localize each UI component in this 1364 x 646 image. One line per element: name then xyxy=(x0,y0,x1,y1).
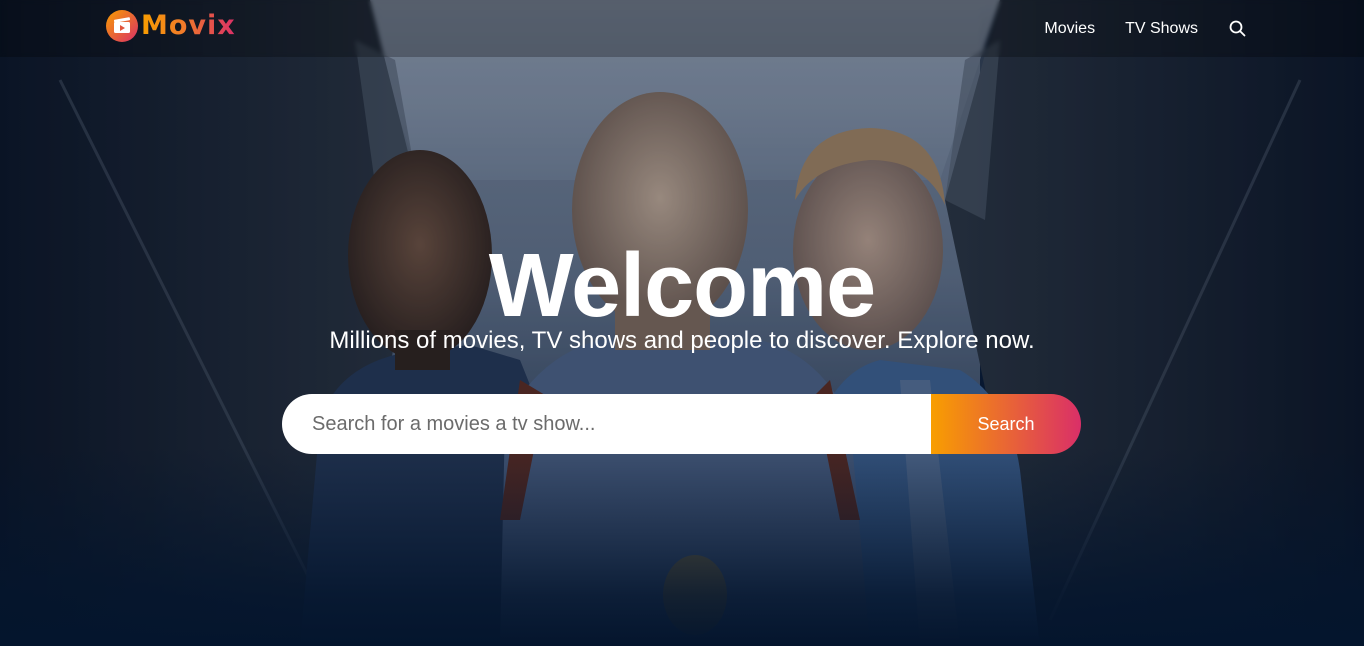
hero-title: Welcome xyxy=(488,236,877,336)
main-nav: Movies TV Shows xyxy=(1044,0,1246,57)
nav-item-movies[interactable]: Movies xyxy=(1044,20,1095,38)
site-header: Movix Movies TV Shows xyxy=(0,0,1364,57)
hero-search-bar: Search xyxy=(282,394,1081,454)
search-icon[interactable] xyxy=(1228,20,1246,38)
hero-subtitle: Millions of movies, TV shows and people … xyxy=(329,327,1035,354)
search-input[interactable] xyxy=(282,394,931,454)
logo-text: Movix xyxy=(141,10,236,41)
search-button[interactable]: Search xyxy=(931,394,1081,454)
film-ticket-icon xyxy=(106,10,138,42)
nav-item-tv-shows[interactable]: TV Shows xyxy=(1125,20,1198,38)
logo[interactable]: Movix xyxy=(106,9,236,43)
